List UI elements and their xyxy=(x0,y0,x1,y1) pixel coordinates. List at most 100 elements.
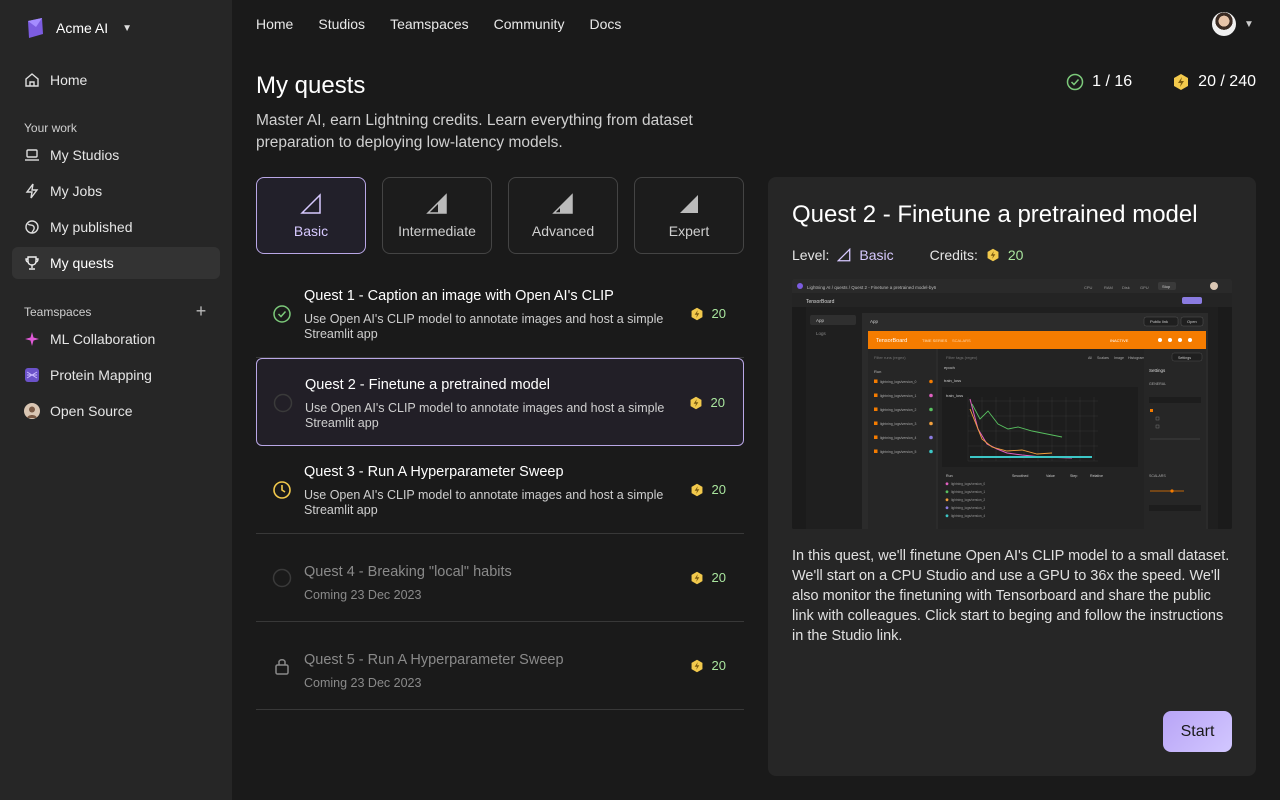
preview-table-run: Run xyxy=(946,474,953,478)
preview-runs-header: Run xyxy=(874,369,881,374)
preview-table-row-color xyxy=(945,506,949,510)
preview-filter-runs: Filter runs (regex) xyxy=(874,355,906,360)
your-work-label: Your work xyxy=(24,121,77,135)
preview-run-color xyxy=(929,421,933,426)
credits-label: Credits: xyxy=(929,247,978,263)
tab-expert[interactable]: Expert xyxy=(634,177,744,254)
tab-advanced[interactable]: Advanced xyxy=(508,177,618,254)
nav-teamspaces[interactable]: Teamspaces xyxy=(390,16,469,34)
tab-label: Basic xyxy=(293,222,329,239)
preview-public-link: Public link xyxy=(1150,319,1168,324)
preview-section-epoch: epoch xyxy=(944,365,955,370)
sidebar-item-label: My Studios xyxy=(50,147,120,163)
preview-table-step: Step xyxy=(1070,474,1077,478)
preview-table-row-run: lightning_logs/version_0 xyxy=(951,482,985,486)
top-nav: Home Studios Teamspaces Community Docs xyxy=(256,16,621,34)
preview-run-label: lightning_logs/version_1 xyxy=(880,394,916,398)
level-basic-icon xyxy=(837,248,851,262)
sidebar-item-my-studios[interactable]: My Studios xyxy=(12,139,220,171)
start-button[interactable]: Start xyxy=(1163,711,1232,752)
preview-settings-title: Settings xyxy=(1149,368,1166,373)
level-value: Basic xyxy=(859,247,894,263)
sidebar-item-home[interactable]: Home xyxy=(12,64,220,96)
tab-label: Advanced xyxy=(531,222,595,239)
protein-icon xyxy=(24,367,40,383)
add-teamspace-button[interactable]: + xyxy=(193,302,209,320)
preview-tab-app: App xyxy=(816,318,825,323)
sidebar-item-label: My quests xyxy=(50,255,114,271)
quest-credits-value: 20 xyxy=(711,570,726,585)
credits-value: 20 xyxy=(1007,247,1024,263)
credit-coin-icon xyxy=(691,571,702,584)
preview-run-checkbox xyxy=(874,435,878,439)
preview-table-row-run: lightning_logs/version_2 xyxy=(951,498,985,502)
credit-coin-icon xyxy=(691,307,702,320)
quest-detail-title: Quest 2 - Finetune a pretrained model xyxy=(792,201,1198,228)
quest-item[interactable]: Quest 3 - Run A Hyperparameter Sweep Use… xyxy=(256,446,744,534)
quest-detail-meta: Level: Basic Credits: 20 xyxy=(792,246,1023,264)
preview-table-smoothed: Smoothed xyxy=(1012,474,1028,478)
level-intermediate-icon xyxy=(426,192,447,214)
quest-title: Quest 2 - Finetune a pretrained model xyxy=(305,377,551,393)
tab-basic[interactable]: Basic xyxy=(256,177,366,254)
credit-coin-icon xyxy=(691,659,702,672)
studio-screenshot: Lightning AI / quests / Quest 2 - Finetu… xyxy=(792,279,1232,529)
quest-item-selected[interactable]: Quest 2 - Finetune a pretrained model Us… xyxy=(256,358,744,446)
preview-status-cpu: CPU xyxy=(1084,285,1093,290)
preview-settings-general: GENERAL xyxy=(1149,382,1166,386)
clock-icon xyxy=(273,481,291,499)
sidebar-item-my-quests[interactable]: My quests xyxy=(12,247,220,279)
teamspaces-label: Teamspaces xyxy=(24,305,92,319)
nav-community[interactable]: Community xyxy=(494,16,565,34)
quest-item[interactable]: Quest 1 - Caption an image with Open AI'… xyxy=(256,270,744,358)
sidebar-item-label: Open Source xyxy=(50,403,133,419)
credit-coin-icon xyxy=(690,396,701,409)
tensorboard-preview-image: Lightning AI / quests / Quest 2 - Finetu… xyxy=(792,279,1232,529)
preview-view-tab-histogram: Histogram xyxy=(1128,356,1144,360)
sidebar-item-my-published[interactable]: My published xyxy=(12,211,220,243)
nav-docs[interactable]: Docs xyxy=(589,16,621,34)
quest-description: Use Open AI's CLIP model to annotate ima… xyxy=(305,401,665,430)
sidebar-teamspace-protein-mapping[interactable]: Protein Mapping xyxy=(12,359,220,391)
quest-item[interactable]: Quest 5 - Run A Hyperparameter Sweep Com… xyxy=(256,622,744,710)
preview-tb-brand: TensorBoard xyxy=(876,338,907,344)
user-menu[interactable]: ▼ xyxy=(1212,12,1254,36)
sidebar-teamspace-ml-collaboration[interactable]: ML Collaboration xyxy=(12,323,220,355)
check-circle-icon xyxy=(273,305,291,323)
credit-coin-icon xyxy=(1174,74,1189,90)
laptop-icon xyxy=(24,147,40,163)
quest-item[interactable]: Quest 4 - Breaking "local" habits Coming… xyxy=(256,534,744,622)
preview-table-row-color xyxy=(945,490,949,494)
chevron-down-icon: ▼ xyxy=(122,22,133,34)
quest-description: Use Open AI's CLIP model to annotate ima… xyxy=(304,312,664,341)
lightning-icon xyxy=(24,183,40,199)
quest-detail-description: In this quest, we'll finetune Open AI's … xyxy=(792,548,1230,644)
preview-run-color xyxy=(929,379,933,384)
quest-stats: 1 / 16 20 / 240 xyxy=(1066,72,1256,92)
sidebar-item-my-jobs[interactable]: My Jobs xyxy=(12,175,220,207)
nav-studios[interactable]: Studios xyxy=(318,16,365,34)
preview-stop: Stop xyxy=(1162,284,1171,289)
quest-credits: 20 xyxy=(690,658,726,673)
sidebar-item-label: Protein Mapping xyxy=(50,367,152,383)
quest-description: Coming 23 Dec 2023 xyxy=(304,676,422,690)
tab-intermediate[interactable]: Intermediate xyxy=(382,177,492,254)
org-switcher[interactable]: Acme AI ▼ xyxy=(24,16,132,40)
preview-run-checkbox xyxy=(874,379,878,383)
preview-table-row-color xyxy=(945,482,949,486)
preview-view-tab-scalars: Scalars xyxy=(1097,356,1109,360)
preview-tb-tab-timeseries: TIME SERIES xyxy=(922,338,948,343)
nav-home[interactable]: Home xyxy=(256,16,293,34)
tab-label: Intermediate xyxy=(398,222,476,239)
preview-section-train-loss: train_loss xyxy=(944,378,961,383)
preview-status-disk: Disk xyxy=(1122,285,1130,290)
preview-app-title: TensorBoard xyxy=(806,299,835,305)
preview-view-tab-image: Image xyxy=(1114,356,1124,360)
tab-label: Expert xyxy=(668,222,710,239)
preview-tab-logs: Logs xyxy=(816,331,827,336)
sidebar-teamspace-open-source[interactable]: Open Source xyxy=(12,395,220,427)
credits-count: 20 / 240 xyxy=(1198,73,1256,90)
quest-title: Quest 3 - Run A Hyperparameter Sweep xyxy=(304,464,564,480)
preview-table-value: Value xyxy=(1046,474,1055,478)
org-name: Acme AI xyxy=(56,20,109,36)
